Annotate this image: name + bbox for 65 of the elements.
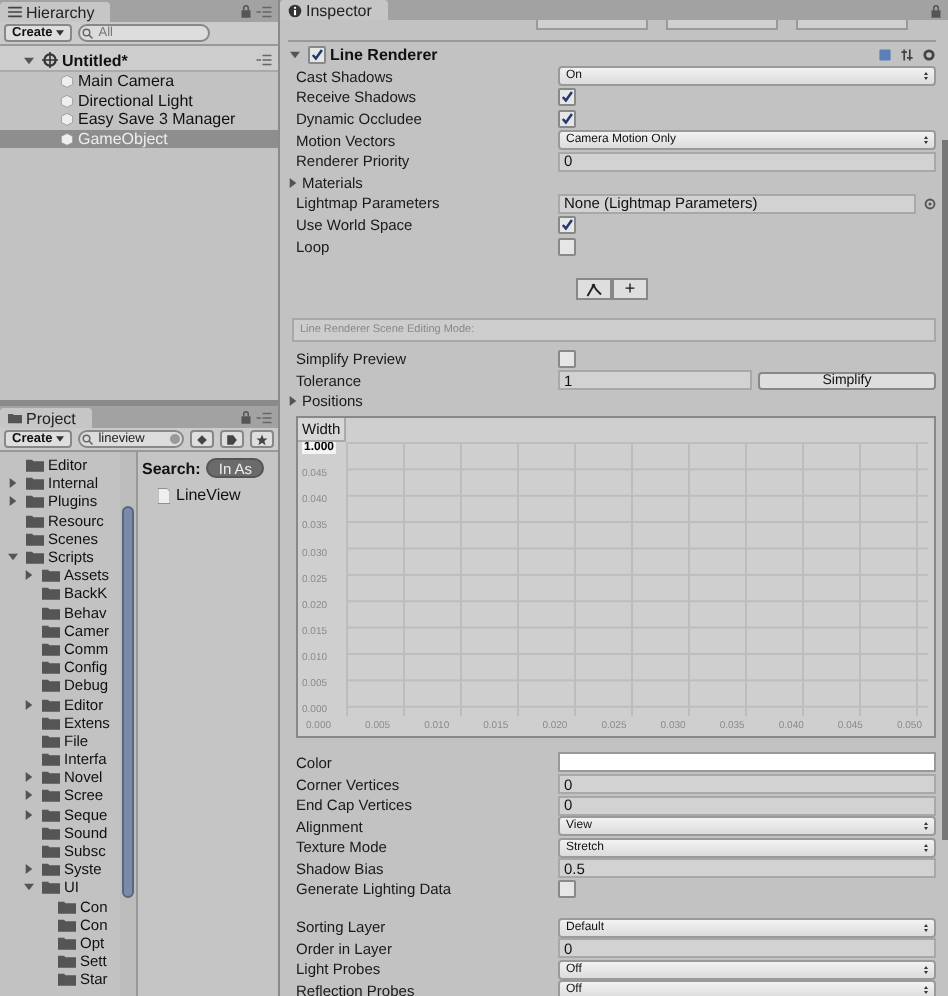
foldout-arrow-icon[interactable] [24, 570, 34, 581]
inspector-tab[interactable]: Inspector [280, 0, 388, 20]
result-item[interactable]: LineView [176, 486, 241, 504]
foldout-arrow-icon[interactable] [24, 809, 34, 820]
project-tab[interactable]: Project [0, 408, 92, 428]
dropdown-arrow-icon [924, 986, 928, 995]
sliders-icon[interactable] [900, 47, 914, 61]
info-icon [288, 3, 302, 17]
folder-icon [8, 412, 22, 424]
lock-icon[interactable] [240, 410, 252, 424]
checkbox[interactable] [558, 88, 576, 107]
tag-icon [226, 433, 239, 445]
shapes-icon [196, 433, 209, 445]
checkbox[interactable] [308, 45, 326, 63]
edit-points-button[interactable] [576, 278, 612, 301]
add-point-button[interactable]: + [612, 278, 648, 301]
scene-name: Untitled* [62, 51, 128, 69]
checkbox[interactable] [558, 237, 576, 256]
foldout-arrow-icon[interactable] [24, 790, 34, 801]
lock-icon[interactable] [240, 4, 252, 18]
hierarchy-tab[interactable]: Hierarchy [0, 2, 111, 22]
menu-icon[interactable] [256, 54, 272, 66]
foldout-arrow-icon[interactable] [24, 55, 34, 65]
object-picker-icon[interactable] [924, 197, 936, 210]
search-label: Search: [142, 459, 201, 477]
scene-icon [42, 52, 58, 68]
foldout-arrow-icon[interactable] [24, 882, 34, 893]
dropdown-arrow-icon [924, 822, 928, 831]
checkbox[interactable] [558, 350, 576, 369]
foldout-arrow-icon[interactable] [290, 49, 300, 59]
menu-icon[interactable] [256, 5, 272, 17]
list-icon [8, 6, 22, 18]
foldout-arrow-icon[interactable] [8, 478, 18, 489]
scrollbar[interactable] [120, 452, 136, 996]
settings-icon[interactable] [922, 47, 936, 61]
curve-icon [585, 281, 603, 298]
star-icon [256, 433, 269, 445]
dropdown-arrow-icon [924, 965, 928, 974]
favorite-button[interactable] [250, 430, 275, 448]
caret-icon [56, 30, 65, 36]
hierarchy-item[interactable]: Main Camera [78, 72, 175, 91]
lock-icon[interactable] [930, 3, 942, 17]
hierarchy-item[interactable]: Easy Save 3 Manager [78, 110, 236, 129]
foldout-arrow-icon[interactable] [288, 177, 298, 188]
foldout-arrow-icon[interactable] [24, 772, 34, 783]
file-icon [158, 487, 170, 503]
component-title: Line Renderer [330, 45, 438, 63]
hierarchy-item[interactable]: Directional Light [78, 91, 193, 110]
label-filter-button[interactable] [220, 430, 245, 448]
dropdown-arrow-icon [924, 843, 928, 852]
dropdown-arrow-icon [924, 72, 928, 81]
menu-icon[interactable] [256, 411, 272, 423]
checkbox[interactable] [558, 215, 576, 234]
foldout-arrow-icon[interactable] [288, 396, 298, 407]
foldout-arrow-icon[interactable] [24, 699, 34, 710]
dropdown-arrow-icon [924, 136, 928, 145]
foldout-arrow-icon[interactable] [8, 496, 18, 507]
color-field[interactable] [558, 752, 936, 773]
dropdown-arrow-icon [924, 923, 928, 932]
foldout-arrow-icon[interactable] [24, 864, 34, 875]
foldout-arrow-icon[interactable] [8, 552, 18, 563]
filter-type-button[interactable] [190, 430, 215, 448]
checkbox[interactable] [558, 880, 576, 899]
caret-icon [56, 436, 65, 442]
checkbox[interactable] [558, 109, 576, 128]
